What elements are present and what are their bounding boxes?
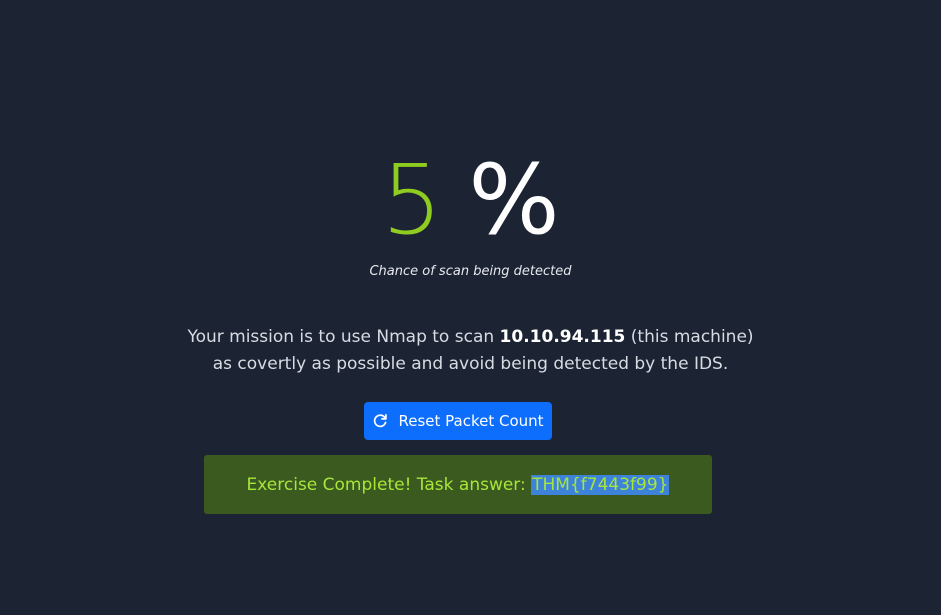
reset-button-label: Reset Packet Count	[398, 412, 544, 430]
exercise-complete-banner: Exercise Complete! Task answer: THM{f744…	[204, 455, 712, 514]
percent-sign: %	[468, 144, 560, 256]
exercise-page: 5% Chance of scan being detected Your mi…	[0, 0, 941, 615]
reset-packet-count-button[interactable]: Reset Packet Count	[364, 402, 552, 440]
detection-caption: Chance of scan being detected	[369, 264, 572, 279]
banner-text: Exercise Complete! Task answer:	[246, 474, 532, 495]
mission-suffix: (this machine)	[625, 327, 754, 347]
mission-text: Your mission is to use Nmap to scan 10.1…	[0, 324, 941, 378]
task-answer[interactable]: THM{f7443f99}	[531, 474, 670, 495]
mission-line-2: as covertly as possible and avoid being …	[212, 354, 729, 374]
mission-prefix: Your mission is to use Nmap to scan	[187, 327, 500, 347]
refresh-icon	[372, 413, 388, 429]
target-ip: 10.10.94.115	[499, 327, 626, 347]
detection-percentage: 5%	[0, 152, 941, 248]
detection-percent-value: 5	[381, 144, 443, 256]
